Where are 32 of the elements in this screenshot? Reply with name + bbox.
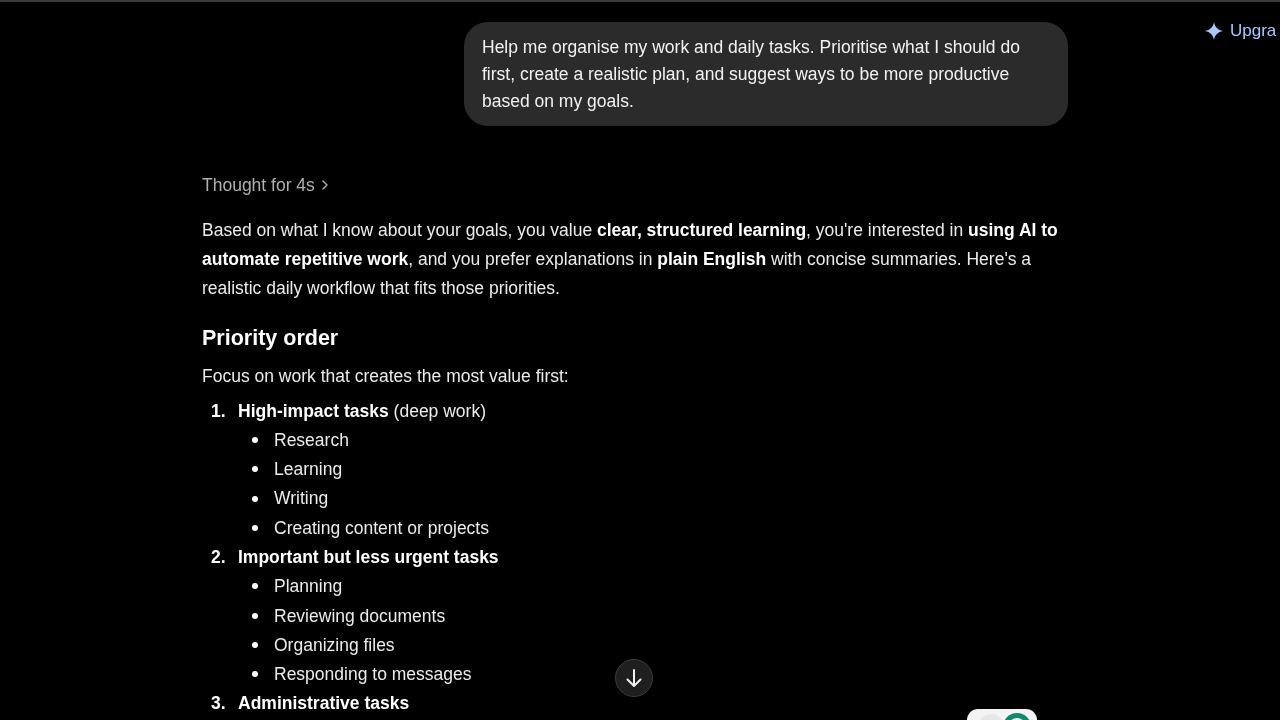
list-item-text: Research: [274, 428, 349, 452]
bullet-icon: [252, 671, 258, 678]
sparkle-icon: [1205, 22, 1223, 40]
upgrade-button[interactable]: Upgra: [1205, 20, 1277, 42]
section-text: Focus on work that creates the most value first:: [202, 365, 570, 388]
bullet-icon: [252, 436, 258, 443]
section-heading: Priority order: [202, 325, 340, 352]
list-number: 3.: [211, 692, 227, 716]
list-item-text: Organizing files: [274, 633, 395, 657]
bullet-icon: [252, 495, 258, 502]
response-paragraph: Based on what I know about your goals, you value clear, structured learning, you're interested in using AI to automate repetitive work, and you prefer explanations in plain English with concise summaries. Here's a realistic daily workflow that fits those priorities.: [202, 219, 1059, 300]
list-item-text: Administrative tasks: [238, 692, 410, 716]
list-item-text: Important but less urgent tasks: [238, 546, 499, 569]
thought-toggle[interactable]: Thought for 4s: [202, 174, 328, 196]
list-item-text: Writing: [274, 487, 329, 511]
list-item-text: Reviewing documents: [274, 604, 446, 628]
list-item-text: Creating content or projects: [274, 516, 489, 540]
bullet-icon: [252, 612, 258, 619]
list-item-text: Planning: [274, 575, 343, 599]
user-message: Help me organise my work and daily tasks. Prioritise what I should do first, create a realistic plan, and suggest ways to be more productive based on my goals.: [464, 22, 1068, 126]
bullet-icon: [252, 642, 258, 648]
scroll-down-button[interactable]: [615, 659, 653, 697]
bullet-icon: [252, 466, 258, 473]
bullet-icon: [252, 524, 258, 531]
arrow-down-icon: [626, 669, 642, 687]
list-number: 2.: [211, 546, 227, 569]
bullet-icon: [252, 583, 258, 590]
widget-icon[interactable]: [967, 709, 1037, 720]
list-item-text: Responding to messages: [274, 663, 472, 687]
list-item-text: Learning: [274, 458, 343, 482]
list-number: 1.: [211, 399, 227, 423]
list-item-text: High-impact tasks (deep work): [238, 399, 486, 423]
